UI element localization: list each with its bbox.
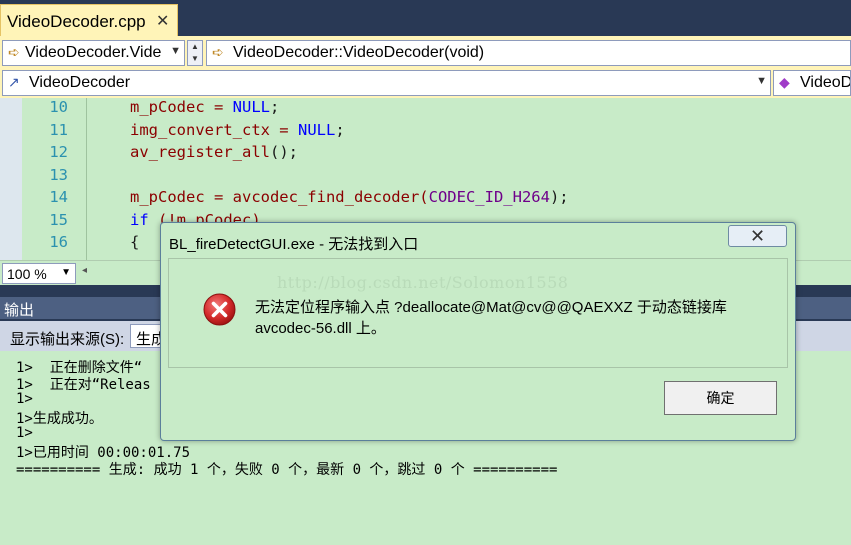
code-text: m_pCodec = NULL;: [130, 98, 279, 116]
error-dialog: BL_fireDetectGUI.exe - 无法找到入口 ✕ http://b…: [160, 222, 796, 441]
class-combo-value: VideoDecoder: [29, 74, 131, 91]
class-link-icon: ↗: [8, 74, 20, 90]
scroll-left-icon[interactable]: ◂: [82, 265, 87, 276]
tab-title: VideoDecoder.cpp: [7, 12, 146, 31]
output-line: 1>: [16, 391, 33, 407]
line-number: 10: [49, 98, 68, 116]
dialog-footer: 确定: [168, 368, 788, 436]
code-token: );: [549, 188, 569, 206]
navigation-bar-top: ➪ VideoDecoder.Vide ▼ ▲ ▼ ➪ VideoDecoder:…: [0, 38, 851, 68]
code-text: av_register_all();: [130, 143, 298, 161]
ok-button[interactable]: 确定: [664, 381, 777, 415]
line-number: 15: [49, 210, 68, 229]
line-number: 16: [49, 233, 68, 251]
code-line[interactable]: 14 m_pCodec = avcodec_find_decoder(CODEC_…: [0, 188, 851, 210]
code-line[interactable]: 13: [0, 166, 851, 188]
code-token: {: [130, 233, 140, 251]
class-combo[interactable]: ↗ VideoDecoder ▼: [2, 70, 771, 96]
arrow-right-icon: ➪: [212, 44, 224, 60]
tab-videodecoder-cpp[interactable]: VideoDecoder.cpp ✕: [0, 4, 178, 37]
code-token: ;: [335, 120, 345, 139]
code-token: CODEC_ID_H264: [428, 188, 550, 206]
document-tab-strip: VideoDecoder.cpp ✕: [0, 0, 851, 38]
arrow-right-icon: ➪: [8, 44, 20, 60]
code-token: if: [130, 210, 149, 229]
output-panel-title: 输出: [4, 302, 35, 319]
output-line: 1>: [16, 425, 33, 441]
function-combo-value: VideoDecoder::VideoDecoder(void): [233, 44, 485, 61]
method-icon: ◆: [779, 74, 790, 90]
dialog-close-button[interactable]: ✕: [728, 225, 787, 247]
code-line[interactable]: 10 m_pCodec = NULL;: [0, 98, 851, 120]
code-text: m_pCodec = avcodec_find_decoder(CODEC_ID…: [130, 188, 569, 206]
output-line: ========== 生成: 成功 1 个，失败 0 个，最新 0 个，跳过 0…: [16, 462, 558, 478]
chevron-down-icon: ▼: [61, 267, 71, 278]
error-icon: [203, 293, 236, 326]
code-token: ();: [269, 143, 298, 161]
member-combo[interactable]: ◆ VideoD: [773, 70, 851, 96]
function-combo[interactable]: ➪ VideoDecoder::VideoDecoder(void): [206, 40, 851, 66]
dialog-title: BL_fireDetectGUI.exe - 无法找到入口: [169, 236, 419, 253]
code-token: NULL: [232, 98, 270, 116]
code-token: av_register_all: [130, 143, 270, 161]
line-number: 12: [49, 143, 68, 161]
chevron-down-icon: ▼: [756, 75, 767, 87]
line-number: 14: [49, 188, 68, 206]
close-icon[interactable]: ✕: [156, 11, 169, 31]
code-token: NULL: [297, 120, 336, 139]
output-line: 1> 正在对“Releas: [16, 377, 151, 393]
code-token: m_pCodec =: [130, 98, 233, 116]
watermark-text: http://blog.csdn.net/Solomon1558: [277, 273, 569, 292]
line-number: 11: [49, 120, 68, 139]
zoom-combo[interactable]: 100 % ▼: [2, 263, 76, 284]
code-token: m_pCodec = avcodec_find_decoder(: [130, 188, 429, 206]
scope-combo[interactable]: ➪ VideoDecoder.Vide ▼: [2, 40, 185, 66]
navigation-bar-class: ↗ VideoDecoder ▼ ◆ VideoD: [0, 68, 851, 98]
code-text: img_convert_ctx = NULL;: [130, 121, 345, 139]
line-number: 13: [49, 165, 68, 184]
dialog-message-line-1: 无法定位程序输入点 ?deallocate@Mat@cv@@QAEXXZ 于动态…: [255, 299, 727, 316]
code-line[interactable]: 11 img_convert_ctx = NULL;: [0, 121, 851, 143]
code-line[interactable]: 12 av_register_all();: [0, 143, 851, 165]
member-combo-value: VideoD: [800, 74, 851, 91]
zoom-value: 100 %: [7, 266, 47, 282]
splitter-up-down-button[interactable]: ▲ ▼: [187, 40, 203, 66]
output-source-label: 显示输出来源(S):: [10, 331, 125, 348]
code-text: {: [130, 233, 139, 251]
code-token: img_convert_ctx =: [130, 120, 298, 139]
close-icon: ✕: [749, 226, 766, 246]
code-token: ;: [269, 98, 280, 116]
scope-combo-value: VideoDecoder.Vide: [25, 44, 162, 61]
dialog-message-line-2: avcodec-56.dll 上。: [255, 320, 386, 337]
dialog-message-area: http://blog.csdn.net/Solomon1558 无法定位程序输…: [168, 258, 788, 368]
chevron-down-icon: ▼: [170, 45, 181, 57]
